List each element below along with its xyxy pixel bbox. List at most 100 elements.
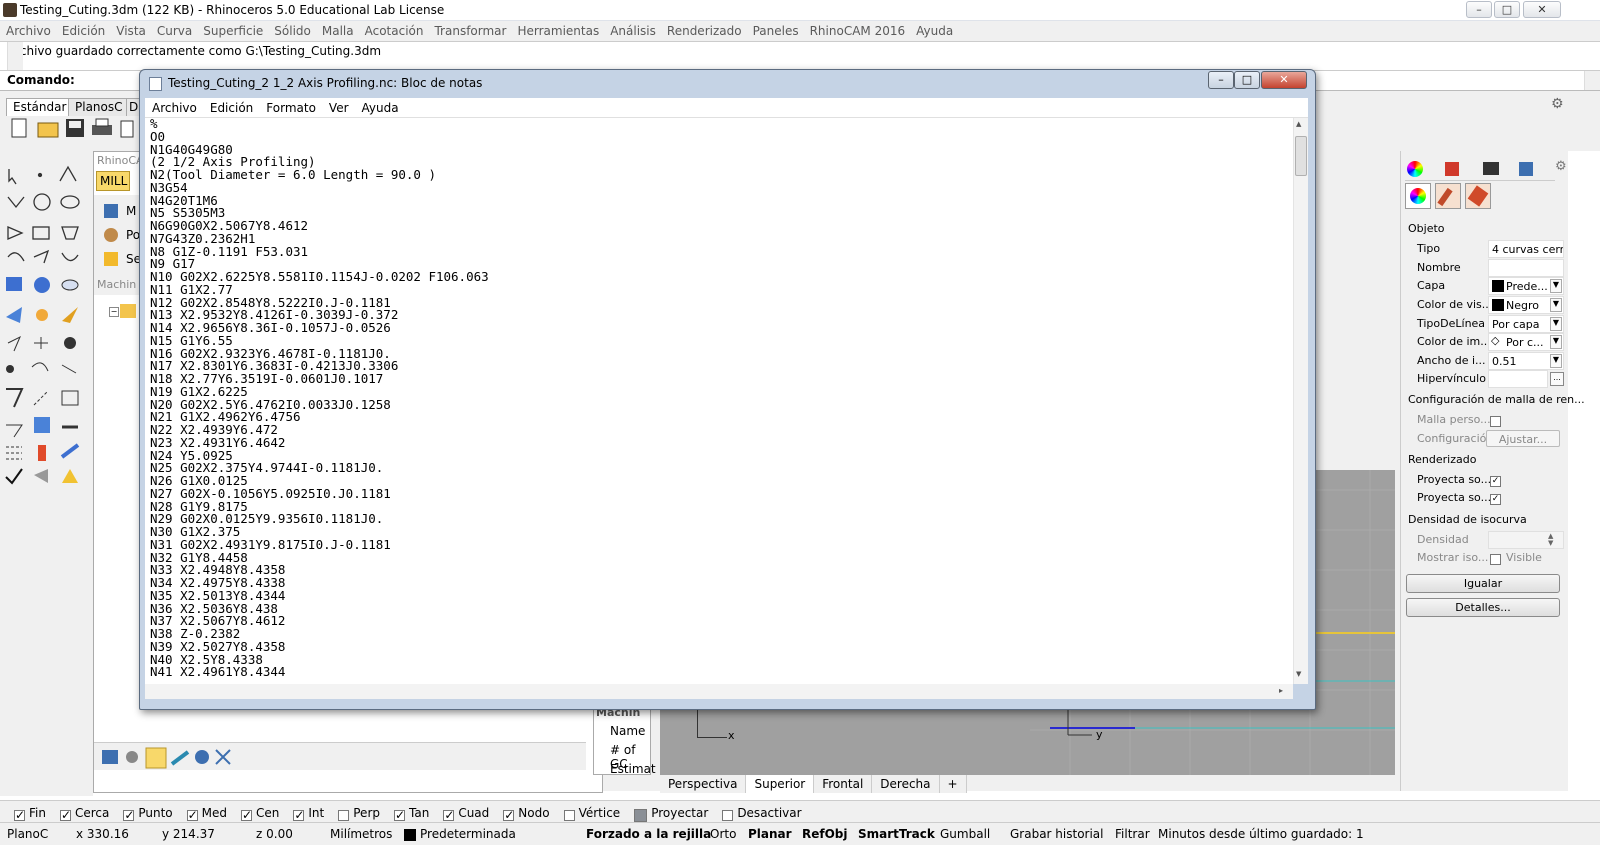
osnap-checkbox[interactable]: ✓ <box>293 809 304 821</box>
scroll-thumb[interactable] <box>1295 136 1307 176</box>
osnap-checkbox[interactable]: ✓ <box>123 809 134 821</box>
osnap-perp[interactable]: Perp <box>331 806 380 821</box>
menu-curva[interactable]: Curva <box>151 21 197 38</box>
prop-row-linetype[interactable]: TipoDeLínea Por capa ▼ <box>1404 315 1568 333</box>
osnap-checkbox[interactable]: ✓ <box>186 809 198 821</box>
gear-icon[interactable]: ⚙ <box>1551 96 1564 112</box>
prop-row-print-color[interactable]: Color de im... Por c... ◇ ▼ <box>1404 333 1568 351</box>
help-tab-icon[interactable] <box>1519 162 1533 176</box>
osnap-checkbox[interactable] <box>722 810 734 821</box>
notepad-vertical-scrollbar[interactable]: ▲ ▼ <box>1293 118 1308 684</box>
prop-row-print-width[interactable]: Ancho de i... 0.51 ▼ <box>1404 352 1568 370</box>
status-osnap[interactable]: RefObj <box>802 827 848 841</box>
hyperlink-field[interactable] <box>1488 370 1548 388</box>
menu-acotacion[interactable]: Acotación <box>359 21 429 38</box>
toolbar-tab-estandar[interactable]: Estándar <box>6 98 74 116</box>
receive-shadows-checkbox[interactable]: ✓ <box>1490 493 1501 505</box>
osnap-checkbox[interactable]: ✓ <box>59 809 71 821</box>
notepad-menu-archivo[interactable]: Archivo <box>145 98 203 115</box>
menu-vista[interactable]: Vista <box>110 21 151 38</box>
chevron-down-icon[interactable]: ▼ <box>1550 279 1562 293</box>
notepad-text-area[interactable]: % O0 N1G40G49G80 (2 1/2 Axis Profiling) N2(T… <box>145 118 1293 684</box>
details-button[interactable]: Detalles... <box>1406 598 1560 617</box>
rhinocam-bottom-icons[interactable] <box>100 746 250 770</box>
menu-superficie[interactable]: Superficie <box>197 21 268 38</box>
toolbar-tab-planosc[interactable]: PlanosC <box>68 98 130 116</box>
osnap-fin[interactable]: ✓ Fin <box>7 806 46 821</box>
add-viewport-tab-button[interactable]: + <box>939 775 967 793</box>
status-cplane[interactable]: PlanoC <box>7 827 48 841</box>
menu-renderizado[interactable]: Renderizado <box>661 21 747 38</box>
name-field[interactable] <box>1488 259 1564 277</box>
osnap-checkbox[interactable]: ✓ <box>241 809 252 821</box>
notepad-minimize-button[interactable]: – <box>1208 71 1234 89</box>
tab-frontal[interactable]: Frontal <box>814 775 873 793</box>
menu-rhinocam[interactable]: RhinoCAM 2016 <box>804 21 911 38</box>
display-tab-icon[interactable] <box>1483 162 1499 175</box>
osnap-cen[interactable]: ✓ Cen <box>234 806 279 821</box>
status-smarttrack[interactable]: SmartTrack <box>858 827 935 841</box>
menu-transformar[interactable]: Transformar <box>428 21 511 38</box>
notepad-horizontal-scrollbar[interactable]: ▸ <box>145 684 1293 699</box>
notepad-close-button[interactable]: ✕ <box>1261 71 1307 89</box>
notepad-menu-formato[interactable]: Formato <box>259 98 322 115</box>
osnap-checkbox[interactable]: ✓ <box>394 809 405 821</box>
object-properties-button[interactable] <box>1405 183 1431 209</box>
minimize-button[interactable]: – <box>1466 1 1492 18</box>
materials-tab-icon[interactable] <box>1445 162 1459 176</box>
osnap-tan[interactable]: ✓ Tan <box>387 806 429 821</box>
menu-malla[interactable]: Malla <box>316 21 359 38</box>
prop-row-color[interactable]: Color de vis... Negro ▼ <box>1404 296 1568 314</box>
toolbar-tab-more[interactable]: D <box>126 98 140 116</box>
chevron-down-icon[interactable]: ▼ <box>1550 335 1562 349</box>
chevron-down-icon[interactable]: ▼ <box>1550 354 1562 368</box>
tab-derecha[interactable]: Derecha <box>872 775 940 793</box>
match-button[interactable]: Igualar <box>1406 574 1560 593</box>
prop-row-nombre[interactable]: Nombre <box>1404 259 1568 277</box>
osnap-checkbox[interactable]: ✓ <box>443 809 454 821</box>
chevron-down-icon[interactable]: ▼ <box>1550 298 1562 312</box>
osnap-nodo[interactable]: ✓ Nodo <box>496 806 550 821</box>
osnap-checkbox[interactable]: ✓ <box>14 809 25 821</box>
tab-perspectiva[interactable]: Perspectiva <box>660 775 747 793</box>
menu-solido[interactable]: Sólido <box>268 21 316 38</box>
osnap-med[interactable]: ✓ Med <box>180 806 227 821</box>
osnap-checkbox[interactable] <box>563 810 575 821</box>
status-layer[interactable]: Predeterminada <box>420 827 516 841</box>
notepad-menu-ayuda[interactable]: Ayuda <box>355 98 405 115</box>
menu-archivo[interactable]: Archivo <box>0 21 56 38</box>
osnap-checkbox[interactable] <box>634 809 648 822</box>
menu-herramientas[interactable]: Herramientas <box>511 21 604 38</box>
notepad-maximize-button[interactable]: □ <box>1234 71 1260 89</box>
status-record-history[interactable]: Grabar historial <box>1010 827 1104 841</box>
status-planar[interactable]: Planar <box>748 827 792 841</box>
chevron-down-icon[interactable]: ▼ <box>1550 317 1562 331</box>
tool-icons[interactable] <box>0 157 93 497</box>
status-ortho[interactable]: Orto <box>710 827 736 841</box>
adjust-mesh-button[interactable]: Ajustar... <box>1486 430 1560 447</box>
osnap-checkbox[interactable]: ✓ <box>503 809 514 821</box>
osnap-vértice[interactable]: Vértice <box>557 806 620 821</box>
command-line-scrollbar[interactable] <box>1584 71 1600 90</box>
texture-mapping-button[interactable] <box>1465 183 1491 209</box>
osnap-desactivar[interactable]: Desactivar <box>715 806 802 821</box>
osnap-checkbox[interactable] <box>338 810 350 821</box>
osnap-int[interactable]: ✓ Int <box>286 806 324 821</box>
menu-paneles[interactable]: Paneles <box>747 21 804 38</box>
custom-mesh-checkbox[interactable] <box>1490 415 1501 427</box>
properties-tab-icon[interactable] <box>1407 161 1423 177</box>
tree-expand-icon[interactable]: − <box>109 307 119 317</box>
browse-button[interactable]: ... <box>1550 372 1564 386</box>
prop-row-hyperlink[interactable]: Hipervínculo... <box>1404 370 1568 388</box>
maximize-button[interactable]: □ <box>1494 1 1520 18</box>
osnap-proyectar[interactable]: Proyectar <box>627 805 708 822</box>
osnap-cerca[interactable]: ✓ Cerca <box>53 806 109 821</box>
status-gumball[interactable]: Gumball <box>940 827 990 841</box>
close-button[interactable]: ✕ <box>1523 1 1561 18</box>
cast-shadows-checkbox[interactable]: ✓ <box>1490 475 1501 487</box>
panel-gear-icon[interactable]: ⚙ <box>1555 159 1567 174</box>
menu-ayuda[interactable]: Ayuda <box>910 21 958 38</box>
menu-edicion[interactable]: Edición <box>56 21 110 38</box>
notepad-menu-ver[interactable]: Ver <box>322 98 355 115</box>
show-isocurves-checkbox[interactable] <box>1490 553 1501 565</box>
